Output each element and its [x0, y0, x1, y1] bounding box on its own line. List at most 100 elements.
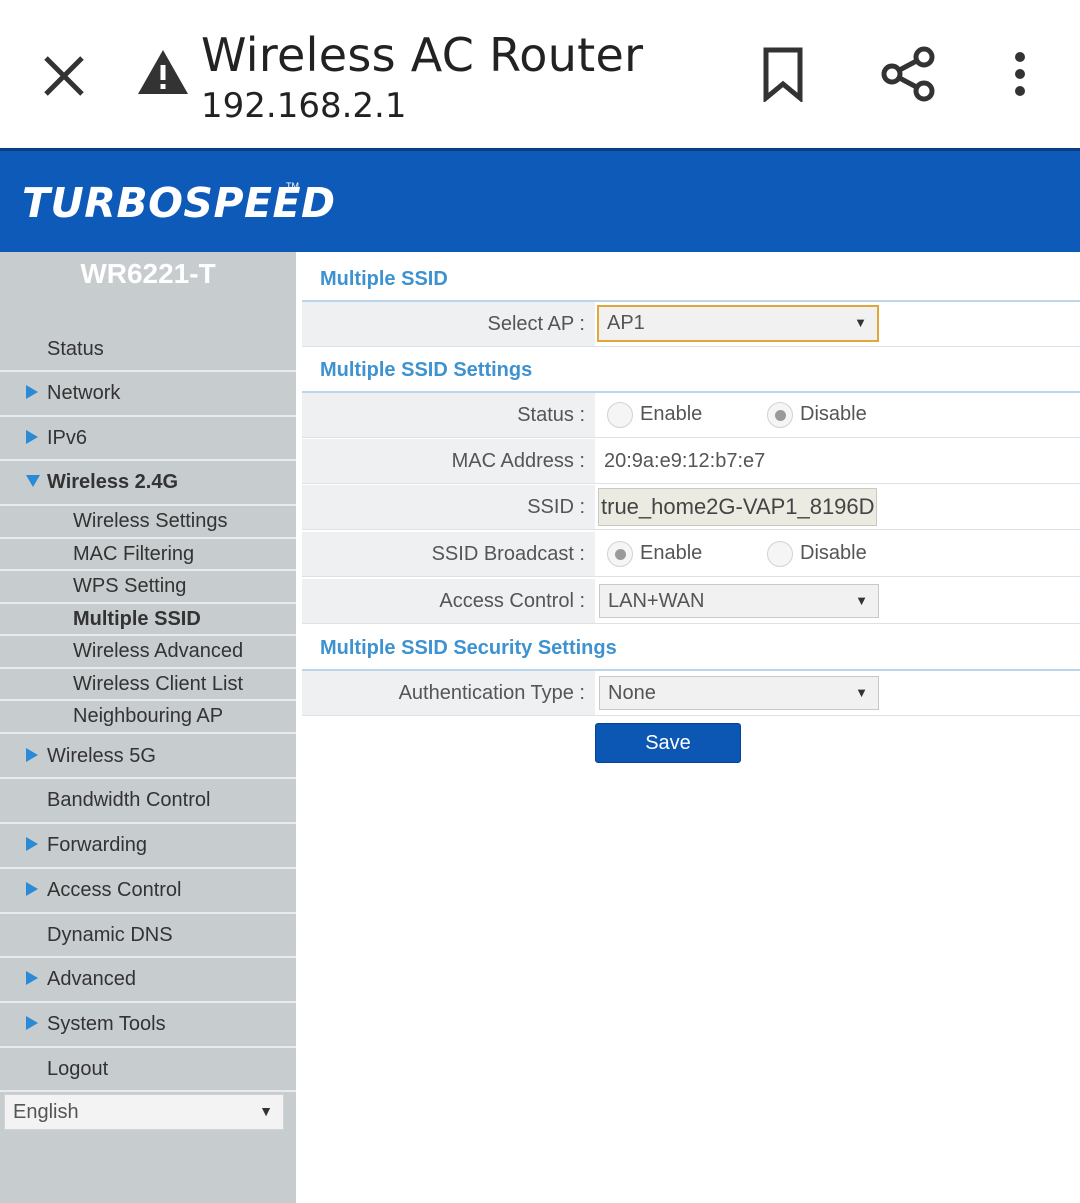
authentication-type-value: None: [608, 682, 656, 704]
page-title: Wireless AC Router: [201, 28, 644, 82]
status-disable-label: Disable: [800, 403, 867, 425]
status-enable-label: Enable: [640, 403, 703, 425]
sidebar-item-mac-filtering[interactable]: MAC Filtering: [0, 539, 296, 571]
select-ap-label: Select AP :: [302, 302, 595, 346]
sidebar-item-label: Bandwidth Control: [47, 789, 211, 811]
broadcast-disable-label: Disable: [800, 542, 867, 564]
sidebar-item-label: Status: [47, 338, 104, 360]
dropdown-arrow-icon: ▼: [855, 593, 868, 608]
select-ap-dropdown[interactable]: AP1 ▼: [597, 305, 879, 342]
authentication-type-row: Authentication Type : None ▼: [302, 671, 1080, 716]
authentication-type-label: Authentication Type :: [302, 671, 595, 715]
sidebar-item-label: Wireless Client List: [73, 673, 244, 695]
access-control-label: Access Control :: [302, 579, 595, 623]
section-title-security-settings: Multiple SSID Security Settings: [320, 637, 617, 659]
collapse-arrow-icon: [26, 475, 40, 487]
ssid-row: SSID : true_home2G-VAP1_8196D: [302, 485, 1080, 530]
sidebar-item-dynamic-dns[interactable]: Dynamic DNS: [0, 914, 296, 958]
expand-arrow-icon: [26, 882, 38, 896]
sidebar-item-label: Network: [47, 382, 121, 404]
broadcast-enable-label: Enable: [640, 542, 703, 564]
trademark: TM: [286, 181, 299, 191]
ssid-broadcast-row: SSID Broadcast : Enable Disable: [302, 532, 1080, 577]
language-value: English: [13, 1101, 79, 1123]
mac-address-row: MAC Address : 20:9a:e9:12:b7:e7: [302, 439, 1080, 484]
sidebar-item-label: Multiple SSID: [73, 608, 201, 630]
sidebar-item-wireless-client-list[interactable]: Wireless Client List: [0, 669, 296, 701]
share-icon[interactable]: [878, 44, 938, 104]
sidebar: WR6221-T Status Network IPv6 Wireless 2.…: [0, 252, 296, 1203]
sidebar-item-label: Access Control: [47, 879, 182, 901]
section-title-multiple-ssid: Multiple SSID: [320, 268, 448, 290]
sidebar-item-label: Advanced: [47, 968, 136, 990]
sidebar-item-status[interactable]: Status: [0, 326, 296, 372]
ssid-input[interactable]: true_home2G-VAP1_8196D: [598, 488, 877, 526]
sidebar-item-label: Wireless Advanced: [73, 640, 244, 662]
access-control-row: Access Control : LAN+WAN ▼: [302, 579, 1080, 624]
access-control-dropdown[interactable]: LAN+WAN ▼: [599, 584, 879, 618]
expand-arrow-icon: [26, 748, 38, 762]
sidebar-item-label: Wireless 2.4G: [47, 471, 179, 493]
save-button[interactable]: Save: [595, 723, 741, 763]
sidebar-item-label: Wireless 5G: [47, 745, 156, 767]
sidebar-item-forwarding[interactable]: Forwarding: [0, 824, 296, 869]
status-radio-group: Enable Disable: [595, 402, 1075, 428]
sidebar-item-wireless-settings[interactable]: Wireless Settings: [0, 506, 296, 539]
sidebar-item-logout[interactable]: Logout: [0, 1048, 296, 1092]
broadcast-enable-radio[interactable]: [607, 541, 633, 567]
sidebar-item-wireless-5g[interactable]: Wireless 5G: [0, 734, 296, 779]
sidebar-item-label: MAC Filtering: [73, 543, 195, 565]
sidebar-item-bandwidth-control[interactable]: Bandwidth Control: [0, 779, 296, 824]
dropdown-arrow-icon: ▼: [855, 685, 868, 700]
router-model: WR6221-T: [80, 258, 216, 289]
sidebar-item-wps-setting[interactable]: WPS Setting: [0, 571, 296, 604]
sidebar-item-label: Forwarding: [47, 834, 148, 856]
broadcast-radio-group: Enable Disable: [595, 541, 1075, 567]
expand-arrow-icon: [26, 1016, 38, 1030]
sidebar-item-multiple-ssid[interactable]: Multiple SSID: [0, 604, 296, 636]
close-icon[interactable]: [38, 50, 90, 102]
dropdown-arrow-icon: ▼: [259, 1103, 273, 1119]
mac-address-value: 20:9a:e9:12:b7:e7: [604, 450, 766, 472]
browser-toolbar: Wireless AC Router 192.168.2.1: [0, 0, 1080, 148]
brand-header: TURBOSPEED TM: [0, 148, 1080, 252]
sidebar-item-network[interactable]: Network: [0, 372, 296, 417]
section-title-ssid-settings: Multiple SSID Settings: [320, 359, 533, 381]
expand-arrow-icon: [26, 837, 38, 851]
sidebar-item-wireless-24g[interactable]: Wireless 2.4G: [0, 461, 296, 506]
ssid-label: SSID :: [302, 485, 595, 529]
sidebar-item-label: IPv6: [47, 427, 88, 449]
broadcast-disable-radio[interactable]: [767, 541, 793, 567]
sidebar-item-neighbouring-ap[interactable]: Neighbouring AP: [0, 701, 296, 734]
status-label: Status :: [302, 393, 595, 437]
sidebar-item-label: Logout: [47, 1058, 109, 1080]
status-enable-radio[interactable]: [607, 402, 633, 428]
page-url[interactable]: 192.168.2.1: [201, 86, 406, 126]
sidebar-item-label: Wireless Settings: [73, 510, 228, 532]
sidebar-item-ipv6[interactable]: IPv6: [0, 417, 296, 461]
access-control-value: LAN+WAN: [608, 590, 705, 612]
sidebar-item-system-tools[interactable]: System Tools: [0, 1003, 296, 1048]
dropdown-arrow-icon: ▼: [854, 315, 867, 330]
sidebar-item-wireless-advanced[interactable]: Wireless Advanced: [0, 636, 296, 669]
bookmark-icon[interactable]: [758, 46, 808, 102]
authentication-type-dropdown[interactable]: None ▼: [599, 676, 879, 710]
select-ap-value: AP1: [607, 312, 645, 334]
sidebar-item-advanced[interactable]: Advanced: [0, 958, 296, 1003]
more-options-icon[interactable]: [1005, 50, 1035, 100]
sidebar-item-label: Dynamic DNS: [47, 924, 173, 946]
sidebar-item-access-control[interactable]: Access Control: [0, 869, 296, 914]
warning-icon[interactable]: [136, 48, 190, 96]
expand-arrow-icon: [26, 971, 38, 985]
sidebar-item-label: System Tools: [47, 1013, 166, 1035]
ssid-broadcast-label: SSID Broadcast :: [302, 532, 595, 576]
main-panel: Multiple SSID Select AP : AP1 ▼ Multiple…: [302, 252, 1080, 1203]
sidebar-item-label: Neighbouring AP: [73, 705, 224, 727]
expand-arrow-icon: [26, 430, 38, 444]
expand-arrow-icon: [26, 385, 38, 399]
mac-address-label: MAC Address :: [302, 439, 595, 483]
status-disable-radio[interactable]: [767, 402, 793, 428]
language-select[interactable]: English ▼: [4, 1094, 284, 1130]
status-row: Status : Enable Disable: [302, 393, 1080, 438]
sidebar-item-label: WPS Setting: [73, 575, 187, 597]
